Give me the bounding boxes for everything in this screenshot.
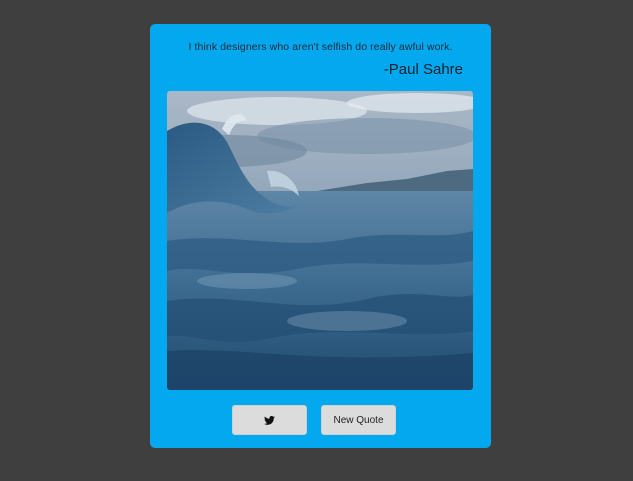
twitter-icon: [264, 415, 275, 425]
wave-image: [167, 91, 473, 390]
tweet-button[interactable]: [232, 405, 307, 435]
quote-author: -Paul Sahre: [383, 61, 463, 78]
quote-card: I think designers who aren't selfish do …: [150, 24, 491, 448]
new-quote-button[interactable]: New Quote: [321, 405, 396, 435]
quote-text: I think designers who aren't selfish do …: [188, 41, 453, 53]
